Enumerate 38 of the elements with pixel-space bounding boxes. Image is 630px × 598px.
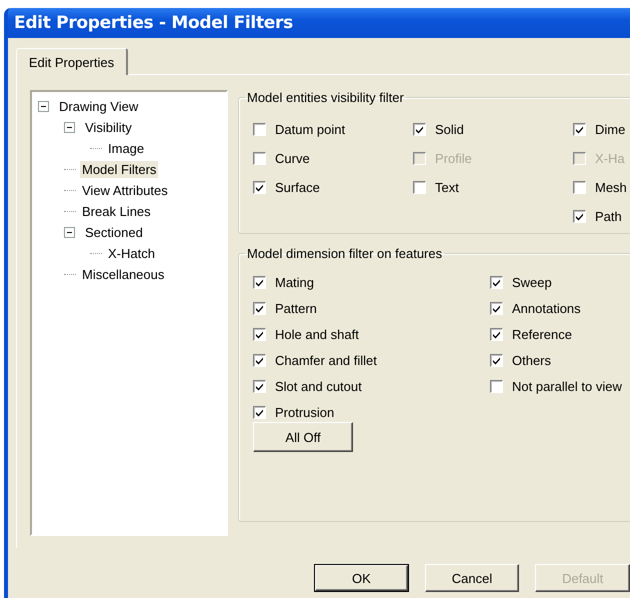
collapse-icon[interactable] [64, 227, 75, 238]
checkbox[interactable]: Hole and shaft [253, 324, 490, 344]
checkbox[interactable]: Sweep [490, 272, 630, 292]
checkbox[interactable]: Path [573, 206, 630, 226]
checkbox[interactable]: Protrusion [253, 402, 490, 422]
tree-item[interactable]: Image [106, 140, 146, 157]
checkbox[interactable]: Datum point [253, 119, 413, 139]
checkbox[interactable]: Others [490, 350, 630, 370]
checkbox[interactable]: Mesh [573, 177, 630, 197]
tree-item[interactable]: Break Lines [80, 203, 153, 220]
checkbox[interactable]: Chamfer and fillet [253, 350, 490, 370]
checkbox[interactable]: Slot and cutout [253, 376, 490, 396]
checkbox[interactable]: Reference [490, 324, 630, 344]
group-title: Model entities visibility filter [246, 90, 405, 105]
checkbox[interactable]: Not parallel to view [490, 376, 630, 396]
dialog-button[interactable]: Cancel [424, 564, 520, 592]
all-off-button[interactable]: All Off [253, 422, 353, 452]
collapse-icon[interactable] [38, 101, 49, 112]
checkbox[interactable]: Dime [573, 119, 630, 139]
tree-item[interactable]: X-Hatch [106, 245, 157, 262]
tree-item[interactable]: Visibility [83, 119, 134, 136]
tab[interactable]: Edit Properties [16, 48, 128, 75]
tree-item[interactable]: Drawing View [57, 98, 140, 115]
checkbox[interactable]: Pattern [253, 298, 490, 318]
collapse-icon[interactable] [64, 122, 75, 133]
tree-item[interactable]: Model Filters [80, 161, 158, 178]
tree-item[interactable]: View Attributes [80, 182, 170, 199]
tree-item[interactable]: Miscellaneous [80, 266, 166, 283]
tree-item[interactable]: Sectioned [83, 224, 145, 241]
checkbox[interactable]: Text [413, 177, 573, 197]
checkbox[interactable]: Surface [253, 177, 413, 197]
window-title: Edit Properties - Model Filters [14, 13, 293, 33]
checkbox[interactable]: Curve [253, 148, 413, 168]
dialog-button[interactable]: OK [314, 564, 409, 592]
checkbox[interactable]: Annotations [490, 298, 630, 318]
group-title: Model dimension filter on features [246, 246, 444, 261]
checkbox[interactable]: Solid [413, 119, 573, 139]
checkbox[interactable]: Mating [253, 272, 490, 292]
